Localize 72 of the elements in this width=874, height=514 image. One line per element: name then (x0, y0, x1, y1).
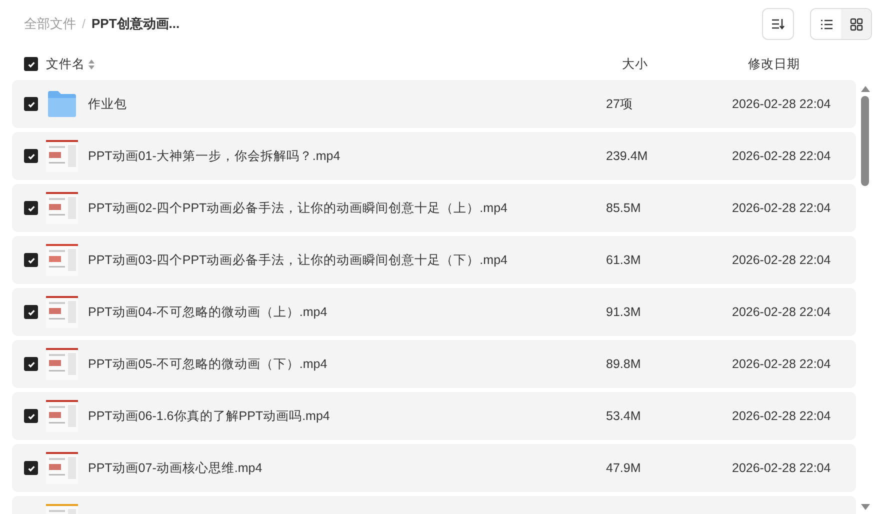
column-header: 大小 (622, 56, 648, 71)
modified-date: 2026-02-28 22:04 (732, 148, 831, 163)
folder-icon (46, 88, 78, 120)
file-name: PPT动画04-不可忽略的微动画（上）.mp4 (88, 304, 328, 321)
video-thumbnail (46, 452, 78, 484)
file-row[interactable]: 作业包 27项 2026-02-28 22:04 (12, 80, 856, 128)
modified-date: 2026-02-28 22:04 (732, 252, 831, 267)
file-name: PPT动画01-大神第一步，你会拆解吗？.mp4 (88, 148, 342, 165)
checkmark-icon (26, 360, 36, 368)
checkmark-icon (26, 152, 36, 160)
modified-date: 2026-02-28 22:04 (732, 356, 831, 371)
file-size: 89.8M (606, 356, 641, 371)
scroll-up-arrow-icon[interactable] (860, 86, 870, 92)
breadcrumb-item: PPT创意动画... (91, 15, 180, 34)
sort-button[interactable] (762, 8, 794, 40)
checkmark-icon (26, 256, 36, 264)
checkmark-icon (26, 100, 36, 108)
video-thumbnail (46, 296, 78, 328)
sort-icon[interactable] (88, 58, 96, 70)
scroll-down-arrow-icon[interactable] (860, 504, 870, 510)
file-name: PPT动画07-动画核心思维.mp4 (88, 460, 264, 477)
checkmark-icon (26, 412, 36, 420)
modified-date: 2026-02-28 22:04 (732, 304, 831, 319)
column-header[interactable]: 文件名 (46, 54, 85, 74)
checkbox[interactable] (24, 357, 38, 371)
file-size: 239.4M (606, 148, 648, 163)
sort-icon (771, 18, 785, 30)
checkmark-icon (26, 308, 36, 316)
breadcrumb-separator: / (82, 16, 86, 33)
file-row[interactable]: PPT动画01-大神第一步，你会拆解吗？.mp4 239.4M 2026-02-28 22:04 (12, 132, 856, 180)
video-thumbnail (46, 140, 78, 172)
file-name: PPT动画05-不可忽略的微动画（下）.mp4 (88, 356, 328, 373)
checkbox[interactable] (24, 409, 38, 423)
video-thumbnail (46, 348, 78, 380)
checkbox[interactable] (24, 201, 38, 215)
checkmark-icon (26, 60, 36, 68)
file-row[interactable]: PPT动画03-四个PPT动画必备手法，让你的动画瞬间创意十足（下）.mp4 61.3M 2026-02-28 22:04 (12, 236, 856, 284)
file-size: 47.9M (606, 460, 641, 475)
column-header: 修改日期 (748, 56, 800, 71)
checkbox[interactable] (24, 253, 38, 267)
grid-icon (850, 18, 862, 30)
file-row[interactable]: PPT动画06-1.6你真的了解PPT动画吗.mp4 53.4M 2026-02-28 22:04 (12, 392, 856, 440)
modified-date: 2026-02-28 22:04 (732, 460, 831, 475)
file-name: PPT动画02-四个PPT动画必备手法，让你的动画瞬间创意十足（上）.mp4 (88, 200, 508, 217)
file-name: PPT动画06-1.6你真的了解PPT动画吗.mp4 (88, 408, 331, 425)
file-size: 27项 (606, 96, 633, 111)
file-name: PPT动画03-四个PPT动画必备手法，让你的动画瞬间创意十足（下）.mp4 (88, 252, 508, 269)
modified-date: 2026-02-28 22:04 (732, 408, 831, 423)
list-icon (820, 18, 832, 30)
file-row[interactable]: PPT动画04-不可忽略的微动画（上）.mp4 91.3M 2026-02-28 22:04 (12, 288, 856, 336)
scrollbar-thumb[interactable] (861, 96, 869, 186)
checkbox[interactable] (24, 149, 38, 163)
file-size: 61.3M (606, 252, 641, 267)
checkbox[interactable] (24, 97, 38, 111)
file-name: 作业包 (88, 96, 128, 113)
file-row[interactable]: PPT动画05-不可忽略的微动画（下）.mp4 89.8M 2026-02-28 22:04 (12, 340, 856, 388)
modified-date: 2026-02-28 22:04 (732, 96, 831, 111)
file-row[interactable]: PPT动画02-四个PPT动画必备手法，让你的动画瞬间创意十足（上）.mp4 85.5M 2026-02-28 22:04 (12, 184, 856, 232)
file-size: 53.4M (606, 408, 641, 423)
checkbox[interactable] (24, 305, 38, 319)
file-size: 91.3M (606, 304, 641, 319)
checkmark-icon (26, 464, 36, 472)
checkbox[interactable] (24, 461, 38, 475)
grid-view-button[interactable] (841, 9, 871, 39)
file-size: 85.5M (606, 200, 641, 215)
video-thumbnail (46, 400, 78, 432)
checkbox[interactable] (24, 57, 38, 71)
file-row[interactable]: PPT动画07-动画核心思维.mp4 47.9M 2026-02-28 22:04 (12, 444, 856, 492)
checkmark-icon (26, 204, 36, 212)
modified-date: 2026-02-28 22:04 (732, 200, 831, 215)
video-thumbnail (46, 244, 78, 276)
video-thumbnail (46, 192, 78, 224)
